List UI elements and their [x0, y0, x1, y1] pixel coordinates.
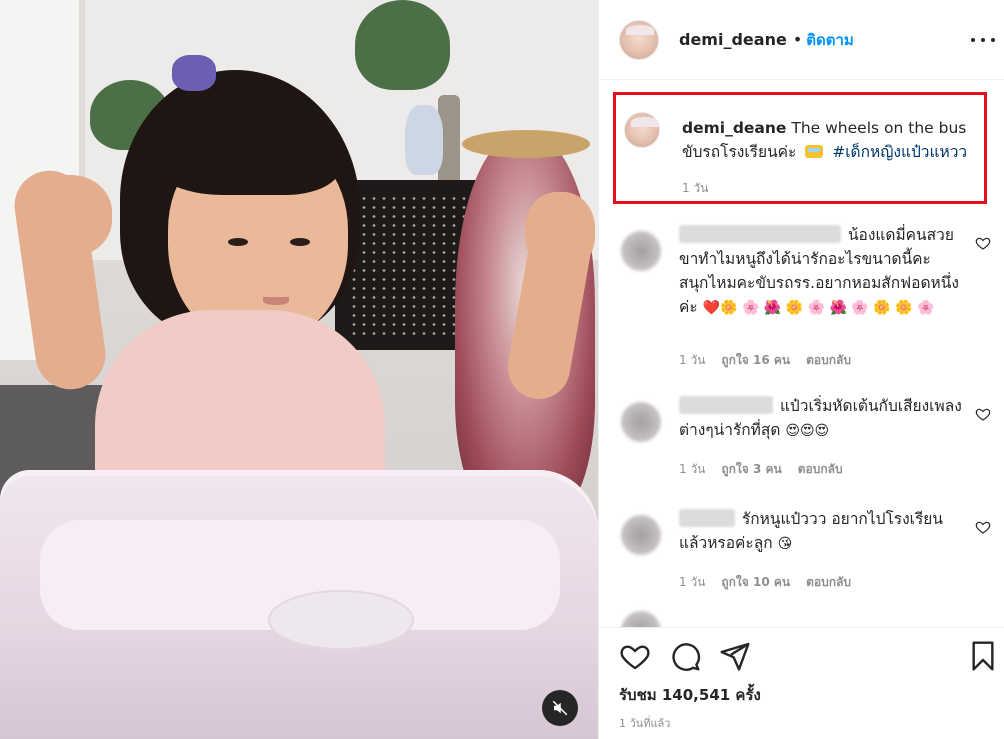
header-username[interactable]: demi_deane [679, 30, 787, 49]
child-mouth [263, 297, 289, 305]
comment-item: รักหนูแป๋ววว อยากไปโรงเรียนแล้วหรอค่ะลูก… [613, 507, 991, 589]
vase-rim [462, 130, 590, 158]
emoji-row: 😍😍😍 [785, 423, 830, 439]
reply-button[interactable]: ตอบกลับ [806, 573, 851, 592]
caption-hashtag[interactable]: #เด็กหญิงแป๋วแหวว [832, 143, 967, 161]
caption-username[interactable]: demi_deane [682, 119, 786, 137]
heart-icon[interactable] [619, 640, 651, 672]
post-panel: demi_deane • ติดตาม demi_deane The wheel… [598, 0, 1004, 739]
mute-button[interactable] [542, 690, 578, 726]
comment-item: น้องแดมี่คนสวยขาทำไมหนูถึงได้น่ารักอะไรข… [613, 223, 991, 367]
bookmark-icon[interactable] [967, 640, 999, 672]
avatar[interactable] [619, 19, 659, 60]
caption-time[interactable]: 1 วัน [682, 179, 708, 198]
comment-text: น้องแดมี่คนสวยขาทำไมหนูถึงได้น่ารักอะไรข… [679, 223, 965, 319]
right-fist [525, 192, 595, 272]
caption-text: demi_deane The wheels on the bus ขับรถโร… [682, 116, 988, 164]
bus-emoji-icon [805, 145, 824, 158]
follow-button[interactable]: ติดตาม [806, 28, 854, 52]
hair-bow [172, 55, 216, 91]
muted-speaker-icon [552, 700, 568, 716]
blurred-username[interactable] [679, 396, 773, 414]
post-actions: รับชม 140,541 ครั้ง 1 วันที่แล้ว [599, 627, 1004, 739]
commenter-avatar[interactable] [621, 231, 661, 271]
comment-text: แป๋วเริ่มหัดเต้นกับเสียงเพลงต่างๆน่ารักท… [679, 394, 965, 442]
comment-item-partial [613, 611, 991, 627]
comment-likes[interactable]: ถูกใจ 3 คน [721, 460, 781, 479]
blurred-username[interactable] [679, 509, 735, 527]
more-options-icon[interactable] [971, 30, 995, 50]
comment-time[interactable]: 1 วัน [679, 573, 705, 592]
emoji-row: 😘 [777, 536, 793, 552]
share-icon[interactable] [719, 640, 751, 672]
plant [355, 0, 450, 90]
emoji-row: ❤️🌼 🌸 🌺 🌼 🌸 🌺 🌸 🌼 🌼 🌸 [702, 300, 935, 316]
comment-item: แป๋วเริ่มหัดเต้นกับเสียงเพลงต่างๆน่ารักท… [613, 394, 991, 476]
comment-icon[interactable] [669, 640, 701, 672]
comment-time[interactable]: 1 วัน [679, 351, 705, 370]
reply-button[interactable]: ตอบกลับ [806, 351, 851, 370]
child-bangs [150, 100, 340, 195]
post-header: demi_deane • ติดตาม [599, 0, 1004, 80]
heart-icon[interactable] [975, 235, 991, 251]
commenter-avatar[interactable] [621, 515, 661, 555]
post-video[interactable] [0, 0, 598, 739]
heart-icon[interactable] [975, 406, 991, 422]
view-count[interactable]: รับชม 140,541 ครั้ง [619, 683, 761, 707]
comment-likes[interactable]: ถูกใจ 16 คน [721, 351, 790, 370]
child-eye [228, 238, 248, 246]
comment-meta: 1 วัน ถูกใจ 3 คน ตอบกลับ [679, 460, 843, 479]
commenter-avatar[interactable] [621, 611, 661, 627]
comment-time[interactable]: 1 วัน [679, 460, 705, 479]
comment-meta: 1 วัน ถูกใจ 16 คน ตอบกลับ [679, 351, 851, 370]
comment-text: รักหนูแป๋ววว อยากไปโรงเรียนแล้วหรอค่ะลูก… [679, 507, 965, 555]
child-eye [290, 238, 310, 246]
post-time[interactable]: 1 วันที่แล้ว [619, 714, 670, 732]
reply-button[interactable]: ตอบกลับ [798, 460, 843, 479]
separator-dot: • [792, 30, 803, 49]
tray-cup-holder [268, 590, 414, 650]
caption-avatar[interactable] [624, 112, 660, 148]
heart-icon[interactable] [975, 519, 991, 535]
comments-section[interactable]: demi_deane The wheels on the bus ขับรถโร… [599, 81, 1004, 627]
comment-meta: 1 วัน ถูกใจ 10 คน ตอบกลับ [679, 573, 851, 592]
left-fist [20, 175, 112, 257]
comment-likes[interactable]: ถูกใจ 10 คน [721, 573, 790, 592]
blurred-username[interactable] [679, 225, 841, 243]
caption-highlight-box: demi_deane The wheels on the bus ขับรถโร… [613, 92, 987, 204]
small-vase [405, 105, 443, 175]
commenter-avatar[interactable] [621, 402, 661, 442]
